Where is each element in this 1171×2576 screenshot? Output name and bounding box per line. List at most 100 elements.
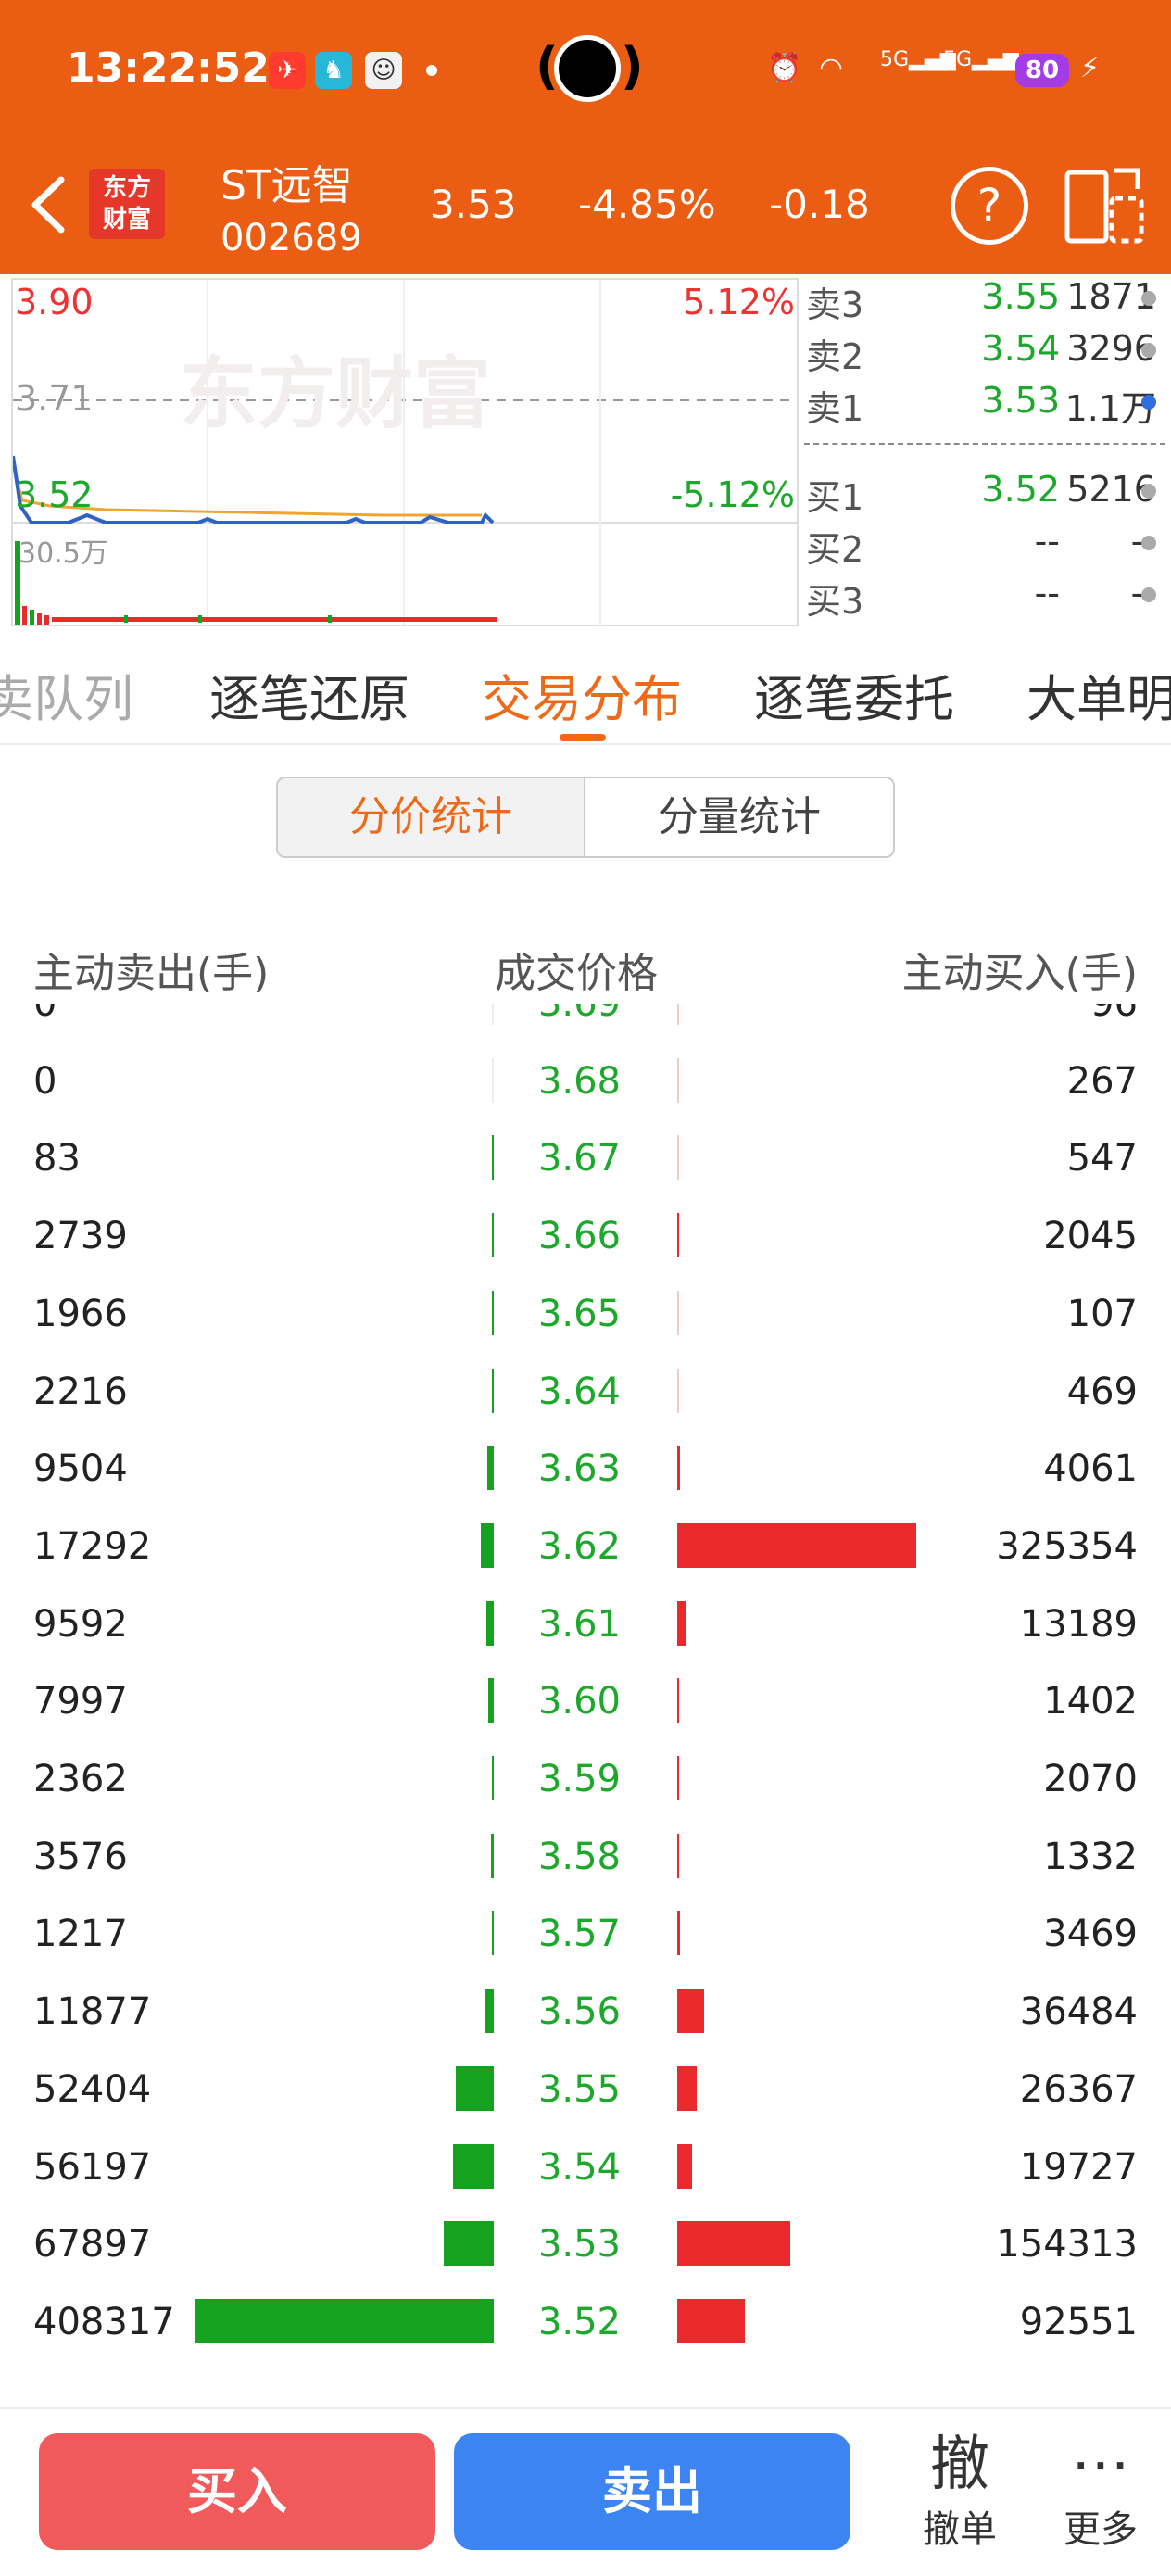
active-buy-value: 92551 bbox=[1019, 2300, 1138, 2343]
active-buy-value: 107 bbox=[1066, 1292, 1138, 1335]
ask-dot-icon bbox=[1141, 343, 1156, 358]
sell-volume-bar bbox=[488, 1678, 494, 1724]
bid-row: 买3 -- -- bbox=[804, 573, 1171, 625]
distribution-row: 0 3.69 96 bbox=[0, 1004, 1171, 1043]
trade-price: 3.59 bbox=[537, 1758, 621, 1800]
sell-volume-bar bbox=[492, 1057, 494, 1103]
sell-volume-bar bbox=[492, 1004, 494, 1025]
distribution-row: 9504 3.63 4061 bbox=[0, 1431, 1171, 1509]
notification-icon: ✈ bbox=[269, 52, 306, 89]
trade-price: 3.62 bbox=[537, 1524, 621, 1568]
active-buy-value: 325354 bbox=[996, 1524, 1138, 1568]
stock-code: 002689 bbox=[220, 217, 362, 259]
ask-label: 卖1 bbox=[806, 388, 864, 429]
distribution-row: 11877 3.56 36484 bbox=[0, 1974, 1171, 2052]
active-sell-value: 2216 bbox=[33, 1370, 128, 1413]
logo-line2: 财富 bbox=[102, 206, 151, 234]
avatar-app-icon: ☺ bbox=[365, 52, 402, 89]
active-buy-value: 96 bbox=[1090, 1004, 1138, 1025]
tab-large-orders[interactable]: 大单明 bbox=[1026, 658, 1171, 731]
sell-volume-bar bbox=[453, 2143, 494, 2189]
bid-dot-icon bbox=[1141, 536, 1156, 550]
more-button[interactable]: ⋯ 更多 bbox=[1045, 2428, 1156, 2557]
trade-price: 3.54 bbox=[537, 2145, 621, 2189]
more-icon: ⋯ bbox=[1071, 2431, 1130, 2499]
distribution-row: 67897 3.53 154313 bbox=[0, 2206, 1171, 2284]
sell-volume-bar bbox=[492, 1756, 494, 1800]
distribution-row: 83 3.67 547 bbox=[0, 1120, 1171, 1198]
active-sell-value: 2362 bbox=[33, 1758, 128, 1800]
active-buy-value: 36484 bbox=[1019, 1990, 1138, 2034]
tab-tick-restore[interactable]: 逐笔还原 bbox=[209, 658, 409, 731]
active-sell-value: 2739 bbox=[33, 1215, 128, 1258]
active-sell-value: 408317 bbox=[33, 2300, 175, 2343]
distribution-row: 3576 3.58 1332 bbox=[0, 1819, 1171, 1897]
active-sell-value: 1217 bbox=[33, 1913, 128, 1956]
sell-volume-bar bbox=[492, 1135, 494, 1181]
sell-volume-bar bbox=[195, 2298, 494, 2343]
buy-volume-bar bbox=[677, 1756, 679, 1800]
app-header: 13:22:52 ✈ ♞ ☺ ( ) ⏰ ◠ 5G▂▄▆ 5G▂▄▆ 80 ⚡ … bbox=[0, 0, 1171, 274]
active-sell-value: 3576 bbox=[33, 1835, 128, 1878]
tab-trade-distribution[interactable]: 交易分布 bbox=[482, 658, 682, 731]
trade-price: 3.61 bbox=[537, 1602, 621, 1646]
active-buy-value: 154313 bbox=[996, 2223, 1138, 2267]
distribution-row: 2739 3.66 2045 bbox=[0, 1198, 1171, 1276]
segment-volume-stats[interactable]: 分量统计 bbox=[586, 777, 895, 858]
back-arrow-icon[interactable] bbox=[26, 172, 72, 237]
ask-row: 卖2 3.54 3296 bbox=[804, 328, 1171, 380]
trade-price: 3.57 bbox=[537, 1913, 621, 1956]
order-book: 卖3 3.55 1871 卖2 3.54 3296 卖1 3.53 1.1万 买… bbox=[804, 274, 1171, 630]
order-book-divider bbox=[804, 443, 1165, 445]
buy-button[interactable]: 买入 bbox=[39, 2433, 435, 2550]
buy-volume-bar bbox=[677, 1989, 704, 2034]
active-buy-value: 26367 bbox=[1019, 2067, 1138, 2111]
active-buy-value: 469 bbox=[1066, 1370, 1138, 1413]
active-sell-value: 9504 bbox=[33, 1447, 128, 1491]
buy-volume-bar bbox=[677, 1600, 686, 1646]
active-buy-value: 2070 bbox=[1043, 1758, 1138, 1800]
segment-price-stats[interactable]: 分价统计 bbox=[276, 777, 586, 858]
chart-mid-price: 3.71 bbox=[15, 378, 94, 419]
sell-volume-bar bbox=[485, 1989, 494, 2034]
active-sell-value: 17292 bbox=[33, 1524, 152, 1568]
active-buy-value: 547 bbox=[1066, 1137, 1138, 1181]
tab-sell-queue[interactable]: 卖队列 bbox=[0, 658, 133, 731]
chart-low-percent: -5.12% bbox=[670, 474, 795, 515]
active-sell-value: 11877 bbox=[33, 1990, 152, 2034]
distribution-row: 56197 3.54 19727 bbox=[0, 2129, 1171, 2207]
trade-price: 3.69 bbox=[519, 1004, 621, 1025]
active-sell-value: 56197 bbox=[33, 2145, 152, 2189]
active-buy-value: 13189 bbox=[1019, 1602, 1138, 1646]
bid-dot-icon bbox=[1141, 587, 1156, 602]
distribution-row: 17292 3.62 325354 bbox=[0, 1509, 1171, 1586]
battery-icon: 80 bbox=[1015, 54, 1069, 87]
buy-volume-bar bbox=[677, 2221, 790, 2267]
buy-volume-bar bbox=[677, 1290, 679, 1335]
ask-price: 3.55 bbox=[981, 276, 1060, 317]
buy-volume-bar bbox=[677, 1678, 679, 1724]
cancel-order-button[interactable]: 撤 撤单 bbox=[904, 2428, 1015, 2557]
buy-volume-bar bbox=[677, 1368, 679, 1413]
help-icon[interactable]: ? bbox=[951, 167, 1028, 245]
record-paren-right-icon: ) bbox=[621, 37, 644, 95]
chart-high-percent: 5.12% bbox=[683, 282, 795, 322]
bid-price: 3.52 bbox=[981, 469, 1060, 510]
chart-high-price: 3.90 bbox=[15, 282, 94, 322]
layout-switch-icon[interactable] bbox=[1064, 165, 1145, 245]
distribution-list[interactable]: 0 3.69 96 0 3.68 267 83 3.67 547 2739 3.66 2045 1966… bbox=[0, 1004, 1171, 2354]
active-buy-value: 3469 bbox=[1043, 1913, 1138, 1956]
ask-price: 3.54 bbox=[981, 328, 1060, 369]
tab-tick-orders[interactable]: 逐笔委托 bbox=[754, 658, 954, 731]
distribution-row: 408317 3.52 92551 bbox=[0, 2284, 1171, 2354]
buy-volume-bar bbox=[677, 2143, 692, 2189]
status-time: 13:22:52 bbox=[67, 44, 270, 92]
sell-button[interactable]: 卖出 bbox=[454, 2433, 850, 2550]
intraday-mini-chart[interactable]: 东方财富 3.90 5.12% 3.71 3.52 -5.12% 30.5万 bbox=[11, 278, 799, 626]
distribution-row: 0 3.68 267 bbox=[0, 1043, 1171, 1121]
active-buy-value: 2045 bbox=[1043, 1215, 1138, 1258]
active-buy-value: 1402 bbox=[1043, 1680, 1138, 1724]
bid-dot-icon bbox=[1141, 484, 1156, 499]
chart-low-price: 3.52 bbox=[15, 474, 94, 515]
active-sell-value: 0 bbox=[33, 1059, 57, 1103]
